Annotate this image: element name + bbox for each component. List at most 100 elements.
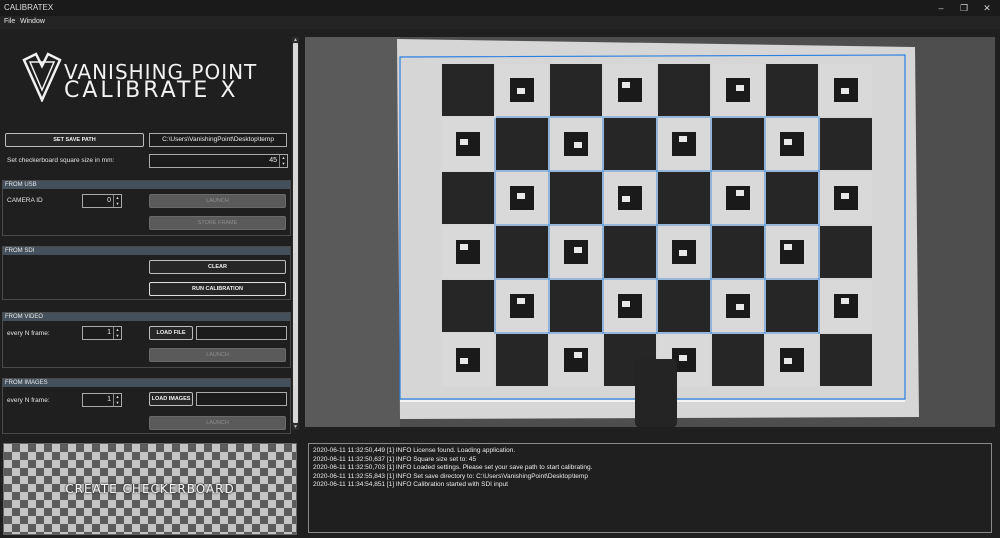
aruco-marker-bit xyxy=(784,244,792,250)
aruco-marker-bit xyxy=(574,247,582,253)
images-folder-field[interactable] xyxy=(196,392,287,406)
square-size-label: Set checkerboard square size in mm: xyxy=(7,157,115,164)
aruco-marker-bit xyxy=(784,358,792,364)
stepper-arrows-icon[interactable]: ▲ ▼ xyxy=(113,195,121,207)
aruco-marker-bit xyxy=(622,301,630,307)
log-line: 2020-06-11 11:32:50,449 [1] INFO License… xyxy=(313,447,516,454)
square-size-stepper[interactable]: 45 ▲ ▼ xyxy=(149,154,288,168)
aruco-marker-bit xyxy=(517,88,525,94)
log-console[interactable]: 2020-06-11 11:32:50,449 [1] INFO License… xyxy=(308,443,992,533)
menu-window[interactable]: Window xyxy=(20,18,45,25)
menu-bar: File Window xyxy=(0,16,1000,29)
run-calibration-button[interactable]: RUN CALIBRATION xyxy=(149,282,286,296)
aruco-marker-bit xyxy=(841,298,849,304)
restore-icon[interactable]: ❐ xyxy=(953,1,975,15)
aruco-marker xyxy=(564,348,588,372)
aruco-marker-bit xyxy=(517,298,525,304)
board-square-dark xyxy=(658,280,710,332)
load-file-button[interactable]: LOAD FILE xyxy=(149,326,193,340)
board-square-dark xyxy=(442,280,494,332)
video-launch-button[interactable]: LAUNCH xyxy=(149,348,286,362)
aruco-marker-bit xyxy=(736,304,744,310)
store-frame-button[interactable]: STORE FRAME xyxy=(149,216,286,230)
aruco-marker-bit xyxy=(574,142,582,148)
aruco-marker-bit xyxy=(841,88,849,94)
aruco-marker-bit xyxy=(841,193,849,199)
window-title: CALIBRATEX xyxy=(4,3,54,12)
images-every-n-value: 1 xyxy=(107,396,111,403)
images-every-n-label: every N frame: xyxy=(7,397,50,404)
set-save-path-button[interactable]: SET SAVE PATH xyxy=(5,133,144,147)
aruco-marker xyxy=(726,186,750,210)
aruco-marker-bit xyxy=(460,139,468,145)
board-square-dark xyxy=(604,226,656,278)
usb-launch-button[interactable]: LAUNCH xyxy=(149,194,286,208)
create-checkerboard-label: CREATE CHECKERBOARD xyxy=(65,482,235,496)
log-line: 2020-06-11 11:32:55,843 [1] INFO Set sav… xyxy=(313,472,588,480)
board-square-dark xyxy=(442,64,494,116)
aruco-marker-bit xyxy=(460,244,468,250)
sdi-group-header: FROM SDI xyxy=(3,247,290,255)
clip-object xyxy=(635,359,677,427)
board-square-dark xyxy=(712,118,764,170)
board-square-dark xyxy=(496,118,548,170)
stepper-arrows-icon[interactable]: ▲ ▼ xyxy=(113,327,121,339)
camera-id-label: CAMERA ID xyxy=(7,197,43,204)
log-line: 2020-06-11 11:32:50,637 [1] INFO Square … xyxy=(313,455,477,463)
load-images-button[interactable]: LOAD IMAGES xyxy=(149,392,193,406)
square-size-value: 45 xyxy=(269,157,277,164)
camera-id-stepper[interactable]: 0 ▲ ▼ xyxy=(82,194,122,208)
aruco-marker-bit xyxy=(679,355,687,361)
video-every-n-label: every N frame: xyxy=(7,330,50,337)
board-square-dark xyxy=(712,226,764,278)
aruco-marker xyxy=(780,240,804,264)
board-square-dark xyxy=(712,334,764,386)
minimize-icon[interactable]: – xyxy=(930,1,952,15)
stepper-arrows-icon[interactable]: ▲ ▼ xyxy=(113,394,121,406)
close-icon[interactable]: ✕ xyxy=(976,1,998,15)
logo-text-line2: CALIBRATE X xyxy=(64,78,239,103)
camera-frame-image xyxy=(305,37,995,427)
video-group-header: FROM VIDEO xyxy=(3,313,290,321)
video-every-n-value: 1 xyxy=(107,329,111,336)
save-path-field[interactable]: C:\Users\VanishingPoint\Desktop\temp xyxy=(149,133,287,147)
scroll-down-icon[interactable]: ▼ xyxy=(292,424,299,430)
aruco-marker-bit xyxy=(736,190,744,196)
camera-preview xyxy=(305,37,995,427)
aruco-marker-bit xyxy=(460,358,468,364)
aruco-marker-bit xyxy=(736,85,744,91)
board-square-dark xyxy=(820,226,872,278)
usb-group-header: FROM USB xyxy=(3,181,290,189)
board-square-dark xyxy=(496,334,548,386)
video-file-field[interactable] xyxy=(196,326,287,340)
scrollbar-thumb[interactable] xyxy=(293,43,298,423)
aruco-marker-bit xyxy=(679,136,687,142)
board-square-dark xyxy=(550,280,602,332)
clear-button[interactable]: CLEAR xyxy=(149,260,286,274)
video-every-n-stepper[interactable]: 1 ▲ ▼ xyxy=(82,326,122,340)
panel-scrollbar[interactable]: ▲ ▼ xyxy=(292,37,299,430)
camera-id-value: 0 xyxy=(107,197,111,204)
images-group-header: FROM IMAGES xyxy=(3,379,290,387)
board-square-dark xyxy=(658,172,710,224)
board-square-dark xyxy=(604,118,656,170)
stepper-arrows-icon[interactable]: ▲ ▼ xyxy=(279,155,287,167)
board-square-dark xyxy=(766,280,818,332)
board-square-dark xyxy=(820,118,872,170)
title-bar: CALIBRATEX – ❐ ✕ xyxy=(0,0,1000,16)
board-square-dark xyxy=(766,172,818,224)
board-square-dark xyxy=(550,172,602,224)
app-logo: VANISHING POINT CALIBRATE X xyxy=(20,52,280,104)
log-line: 2020-06-11 11:32:50,703 [1] INFO Loaded … xyxy=(313,464,593,471)
aruco-marker-bit xyxy=(622,196,630,202)
images-launch-button[interactable]: LAUNCH xyxy=(149,416,286,430)
aruco-marker xyxy=(456,240,480,264)
board-square-dark xyxy=(658,64,710,116)
board-square-dark xyxy=(766,64,818,116)
create-checkerboard-button[interactable]: CREATE CHECKERBOARD xyxy=(3,443,297,535)
aruco-marker-bit xyxy=(679,250,687,256)
aruco-marker xyxy=(510,294,534,318)
aruco-marker xyxy=(672,132,696,156)
menu-file[interactable]: File xyxy=(4,18,15,25)
images-every-n-stepper[interactable]: 1 ▲ ▼ xyxy=(82,393,122,407)
